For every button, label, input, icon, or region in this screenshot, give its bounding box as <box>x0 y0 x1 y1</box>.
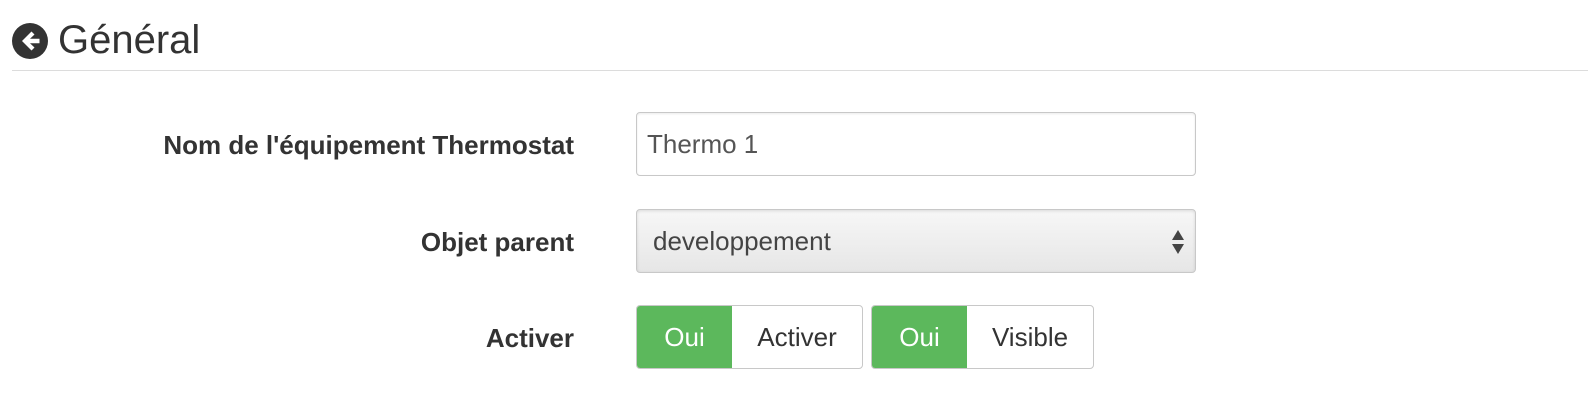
visible-toggle-off[interactable]: Visible <box>967 306 1093 368</box>
arrow-circle-left-icon[interactable] <box>12 23 48 59</box>
activer-toggle[interactable]: Oui Activer <box>636 305 863 369</box>
equipment-name-label: Nom de l'équipement Thermostat <box>163 130 574 160</box>
page-title: Général <box>58 18 201 62</box>
form-row-activer: Activer Oui Activer Oui Visible <box>0 305 1588 371</box>
parent-object-select[interactable]: developpement <box>636 209 1196 273</box>
parent-object-selected-value: developpement <box>653 226 831 256</box>
parent-object-label: Objet parent <box>420 227 574 257</box>
form-row-name: Nom de l'équipement Thermostat <box>0 112 1588 178</box>
activer-toggle-on[interactable]: Oui <box>637 306 732 368</box>
visible-toggle[interactable]: Oui Visible <box>871 305 1094 369</box>
activer-toggle-off[interactable]: Activer <box>732 306 862 368</box>
select-arrows-icon <box>1172 230 1184 254</box>
activer-label: Activer <box>485 323 574 353</box>
visible-toggle-on[interactable]: Oui <box>872 306 967 368</box>
form-row-parent: Objet parent developpement <box>0 209 1588 275</box>
equipment-name-input[interactable] <box>636 112 1196 176</box>
page-header: Général <box>12 14 1588 71</box>
